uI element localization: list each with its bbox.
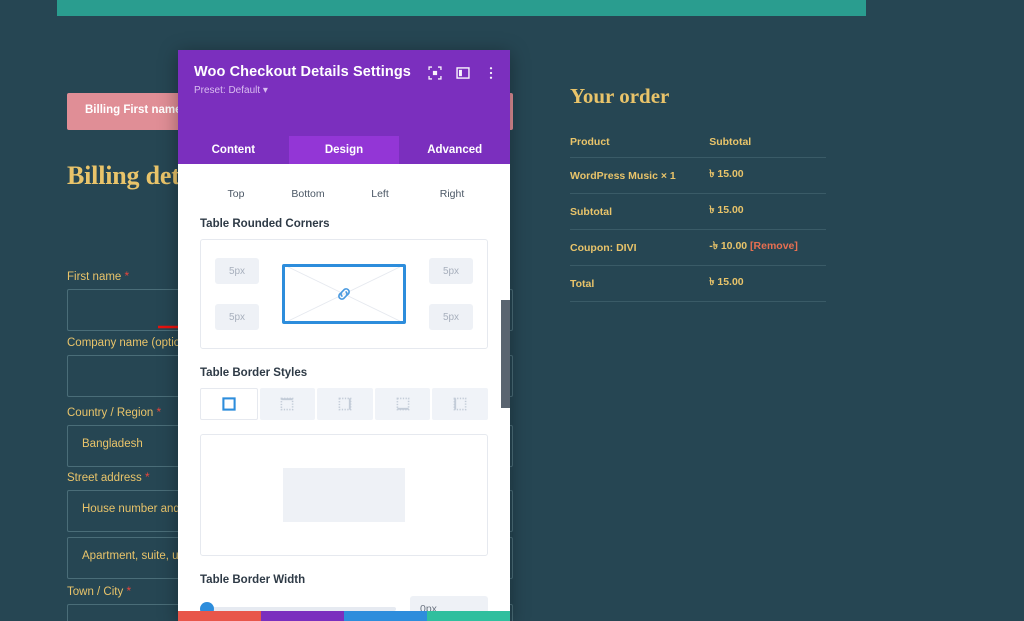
border-style-top[interactable]	[259, 388, 316, 420]
preset-selector[interactable]: Preset: Default ▾	[194, 85, 494, 96]
corner-input-bottom-left[interactable]: 5px	[215, 304, 259, 330]
border-preview-shape	[283, 468, 405, 522]
border-preview	[200, 434, 488, 556]
border-styles-label: Table Border Styles	[200, 367, 308, 379]
table-header-row: Product Subtotal	[570, 127, 826, 158]
corner-input-top-left[interactable]: 5px	[215, 258, 259, 284]
order-summary: Your order Product Subtotal WordPress Mu…	[570, 84, 860, 302]
rounded-corners-control: 5px 5px 5px 5px	[200, 239, 488, 349]
border-style-left[interactable]	[432, 388, 488, 420]
modal-scrollbar-thumb[interactable]	[501, 300, 510, 408]
column-header-subtotal: Subtotal	[709, 127, 826, 158]
order-item-value: ৳ 15.00	[709, 157, 826, 194]
tab-content[interactable]: Content	[178, 136, 289, 164]
column-header-product: Product	[570, 127, 710, 158]
border-style-right[interactable]	[317, 388, 373, 420]
order-total-label: Total	[570, 265, 710, 302]
side-labels-row: Top Bottom Left Right	[200, 188, 488, 200]
order-item-name: WordPress Music × 1	[570, 157, 710, 194]
border-styles-options	[200, 388, 488, 420]
modal-header: Woo Checkout Details Settings Preset: De…	[178, 50, 510, 136]
side-label-right: Right	[439, 188, 465, 200]
more-options-icon[interactable]	[484, 66, 498, 80]
order-summary-title: Your order	[570, 84, 670, 108]
top-border-icon	[280, 397, 294, 411]
table-row: Total ৳ 15.00	[570, 265, 826, 302]
palette-swatch-purple[interactable]	[261, 611, 344, 621]
palette-swatch-teal[interactable]	[427, 611, 510, 621]
border-style-bottom[interactable]	[374, 388, 431, 420]
color-palette	[178, 611, 510, 621]
left-border-icon	[453, 397, 467, 411]
link-icon[interactable]	[334, 284, 354, 304]
right-border-icon	[338, 397, 352, 411]
corner-input-bottom-right[interactable]: 5px	[429, 304, 473, 330]
settings-modal: Woo Checkout Details Settings Preset: De…	[178, 50, 510, 621]
order-table: Product Subtotal WordPress Music × 1 ৳ 1…	[570, 127, 826, 302]
table-row: WordPress Music × 1 ৳ 15.00	[570, 157, 826, 194]
screen: Billing First name is a Billing details …	[0, 0, 1024, 621]
top-accent-bar	[57, 0, 866, 16]
order-subtotal-label: Subtotal	[570, 193, 710, 230]
palette-swatch-blue[interactable]	[344, 611, 427, 621]
order-coupon-label: Coupon: DIVI	[570, 229, 710, 266]
palette-swatch-red[interactable]	[178, 611, 261, 621]
table-row: Subtotal ৳ 15.00	[570, 193, 826, 230]
border-width-label: Table Border Width	[200, 574, 306, 586]
table-row: Coupon: DIVI -৳ 10.00 [Remove]	[570, 229, 826, 266]
order-coupon-value: -৳ 10.00 [Remove]	[709, 229, 826, 266]
tab-design[interactable]: Design	[288, 136, 400, 164]
side-label-top: Top	[227, 188, 245, 200]
modal-tabs: Content Design Advanced	[178, 136, 510, 164]
remove-coupon-link[interactable]: [Remove]	[750, 240, 798, 252]
modal-body: Top Bottom Left Right Table Rounded Corn…	[178, 186, 510, 621]
panel-layout-icon[interactable]	[456, 66, 470, 80]
side-label-bottom: Bottom	[291, 188, 325, 200]
fullscreen-icon[interactable]	[428, 66, 442, 80]
bottom-border-icon	[396, 397, 409, 411]
rounded-corners-label: Table Rounded Corners	[200, 218, 330, 230]
tab-advanced[interactable]: Advanced	[399, 136, 510, 164]
order-total-value: ৳ 15.00	[709, 265, 826, 302]
border-style-all[interactable]	[200, 388, 258, 420]
all-borders-icon	[222, 397, 236, 411]
order-subtotal-value: ৳ 15.00	[709, 193, 826, 230]
corner-preview-rect	[282, 264, 406, 324]
side-label-left: Left	[371, 188, 389, 200]
corner-input-top-right[interactable]: 5px	[429, 258, 473, 284]
modal-header-icons	[428, 66, 498, 80]
